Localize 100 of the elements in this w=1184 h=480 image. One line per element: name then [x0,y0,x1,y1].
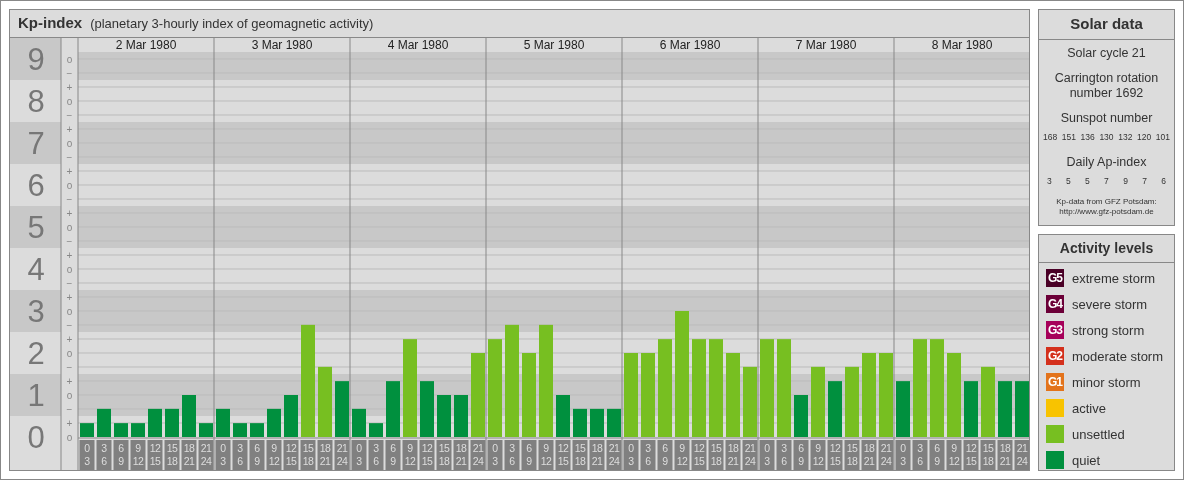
sunspot-value: 120 [1137,131,1152,144]
kp-bar [1015,381,1029,437]
x-tick-label: 6 9 [390,442,397,467]
kp-bar [267,408,281,437]
legend-label: unsettled [1072,425,1125,444]
kp-bar [454,395,468,437]
minor-tick-label: + [66,292,73,303]
ap-value: 7 [1142,175,1147,188]
minor-tick-label: o [66,390,73,401]
scale-stripe [10,206,61,248]
kp-bar [199,423,213,437]
sunspot-value: 132 [1118,131,1133,144]
kp-bar [607,408,621,437]
source-link[interactable]: http://www.gfz-potsdam.de [1059,207,1154,217]
x-tick-label: 6 9 [934,442,941,467]
minor-tick-label: o [66,138,73,149]
time-slot-label: 6 9 [113,440,129,470]
legend-label: moderate storm [1072,347,1164,366]
time-slot-label: 0 3 [623,440,639,470]
minor-tick-label: o [66,180,73,191]
time-slot-label: 3 6 [232,440,248,470]
x-tick-label: 0 3 [492,442,499,467]
y-axis-label: 7 [27,126,45,161]
legend-label: severe storm [1072,295,1148,314]
date-label: 7 Mar 1980 [795,38,857,52]
time-slot-label: 21 24 [742,440,758,470]
time-slot-label: 3 6 [776,440,792,470]
time-slot-label: 12 15 [963,440,979,470]
x-tick-label: 3 6 [781,442,788,467]
time-slot-label: 9 12 [538,440,554,470]
time-slot-label: 6 9 [249,440,265,470]
x-tick-label: 0 3 [84,442,91,467]
time-slot-label: 12 15 [827,440,843,470]
kp-bar [437,395,451,437]
x-tick-label: 3 6 [509,442,516,467]
y-axis-label: 1 [27,378,45,413]
time-slot-label: 9 12 [266,440,282,470]
solar-cycle: Solar cycle 21 [1067,46,1146,61]
x-tick-label: 6 9 [118,442,125,467]
kp-bar [250,423,264,437]
kp-bar [369,423,383,437]
time-slot-label: 12 15 [419,440,435,470]
panel-title: Solar data [1039,10,1174,40]
time-slot-label: 9 12 [674,440,690,470]
kp-bar [590,408,604,437]
kp-bar [964,381,978,437]
x-tick-label: 0 3 [356,442,363,467]
time-slot-label: 6 9 [521,440,537,470]
date-label: 6 Mar 1980 [659,38,721,52]
time-slot-label: 21 24 [878,440,894,470]
time-slot-label: 6 9 [793,440,809,470]
kp-bar [556,395,570,437]
kp-bar [896,381,910,437]
kp-bar [335,381,349,437]
minor-tick-label: o [66,222,73,233]
level-badge: G2 [1046,347,1064,366]
minor-tick-label: o [66,96,73,107]
time-slot-label: 0 3 [215,440,231,470]
x-tick-label: 0 3 [628,442,635,467]
legend-label: active [1072,399,1106,418]
time-slot-label: 3 6 [368,440,384,470]
minor-tick-label: − [66,362,73,373]
minor-tick-label: + [66,250,73,261]
sunspot-label: Sunspot number [1060,111,1153,126]
kp-bar [114,423,128,437]
ap-value: 6 [1161,175,1166,188]
time-slot-label: 15 18 [300,440,316,470]
time-slot-label: 18 21 [181,440,197,470]
x-tick-label: 3 6 [645,442,652,467]
minor-tick-label: − [66,110,73,121]
time-slot-label: 15 18 [436,440,452,470]
minor-tick-label: − [66,68,73,79]
legend-label: minor storm [1072,373,1141,392]
date-label: 8 Mar 1980 [931,38,993,52]
time-slot-label: 0 3 [895,440,911,470]
x-tick-label: 3 6 [373,442,380,467]
time-slot-label: 9 12 [402,440,418,470]
x-tick-label: 6 9 [798,442,805,467]
time-slot-label: 9 12 [130,440,146,470]
time-slot-label: 3 6 [640,440,656,470]
time-slot-label: 9 12 [810,440,826,470]
time-slot-label: 18 21 [453,440,469,470]
time-slot-label: 21 24 [1014,440,1029,470]
x-tick-label: 3 6 [917,442,924,467]
chart-title: Kp-index [18,13,83,34]
minor-tick-label: + [66,418,73,429]
kp-bar [743,366,757,437]
minor-tick-label: + [66,124,73,135]
minor-tick-label: + [66,334,73,345]
level-badge: G3 [1046,321,1064,340]
time-slot-label: 3 6 [912,440,928,470]
time-slot-label: 12 15 [147,440,163,470]
ap-value: 5 [1085,175,1090,188]
time-slot-label: 3 6 [504,440,520,470]
time-slot-label: 15 18 [572,440,588,470]
date-label: 4 Mar 1980 [387,38,449,52]
minor-tick-label: o [66,306,73,317]
minor-tick-label: − [66,236,73,247]
time-slot-label: 18 21 [589,440,605,470]
x-tick-label: 6 9 [254,442,261,467]
